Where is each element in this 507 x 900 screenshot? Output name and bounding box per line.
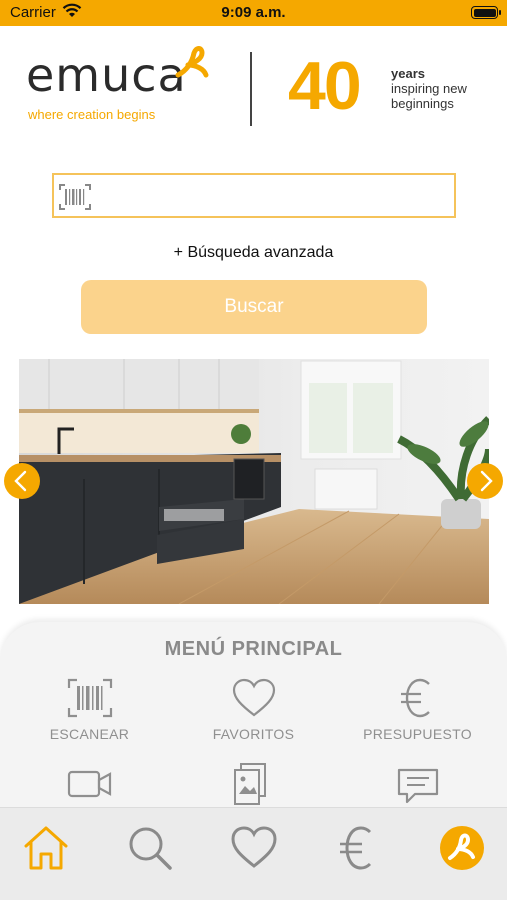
tab-home[interactable] [18, 820, 74, 876]
emuca-logo-icon [170, 45, 212, 90]
advanced-search-link[interactable]: + Búsqueda avanzada [0, 244, 507, 262]
home-icon [24, 826, 68, 870]
clock: 9:09 a.m. [221, 4, 286, 21]
barcode-scan-icon[interactable] [58, 183, 92, 216]
menu-item-scan[interactable]: ESCANEAR [5, 678, 174, 742]
anniversary-line-2: inspiring new [391, 81, 467, 96]
kitchen-banner-image[interactable] [19, 359, 489, 604]
carousel-next-button[interactable] [467, 463, 503, 499]
anniversary-line-3: beginnings [391, 96, 454, 111]
anniversary-text: years inspiring new beginnings [391, 66, 467, 111]
search-button[interactable]: Buscar [81, 280, 427, 334]
menu-item-budget[interactable]: PRESUPUESTO [333, 678, 502, 742]
battery-icon [471, 6, 501, 19]
status-bar: Carrier 9:09 a.m. [0, 0, 507, 26]
message-icon [397, 768, 438, 804]
video-icon [67, 770, 111, 798]
chevron-left-icon [14, 470, 27, 492]
tab-favorites[interactable] [226, 820, 282, 876]
header-divider [250, 52, 252, 126]
menu-item-catalog[interactable] [169, 762, 338, 806]
menu-item-favorites[interactable]: FAVORITOS [169, 678, 338, 742]
emuca-logo-icon [440, 826, 484, 870]
logo-tagline: where creation begins [28, 107, 156, 122]
tab-search[interactable] [122, 820, 178, 876]
logo-wordmark: emuca [26, 48, 187, 102]
menu-item-label: PRESUPUESTO [363, 726, 472, 742]
main-menu-title: MENÚ PRINCIPAL [164, 638, 343, 660]
anniversary-line-1: years [391, 66, 425, 81]
catalog-icon [233, 763, 266, 805]
euro-icon [400, 678, 430, 718]
chevron-right-icon [480, 470, 493, 492]
menu-item-label: ESCANEAR [49, 726, 130, 742]
heart-icon [232, 678, 275, 717]
menu-item-label: FAVORITOS [212, 726, 295, 742]
euro-icon [340, 826, 372, 870]
carousel-prev-button[interactable] [4, 463, 40, 499]
menu-item-messages[interactable] [333, 766, 502, 806]
heart-icon [231, 826, 277, 868]
tab-emuca[interactable] [434, 820, 490, 876]
search-field[interactable] [52, 173, 456, 218]
search-input[interactable] [98, 181, 448, 211]
search-icon [129, 827, 172, 870]
anniversary-number: 40 [288, 48, 362, 124]
bottom-tab-bar [0, 807, 507, 900]
tab-budget[interactable] [330, 820, 386, 876]
barcode-icon [67, 678, 112, 718]
menu-item-video[interactable] [5, 766, 174, 802]
